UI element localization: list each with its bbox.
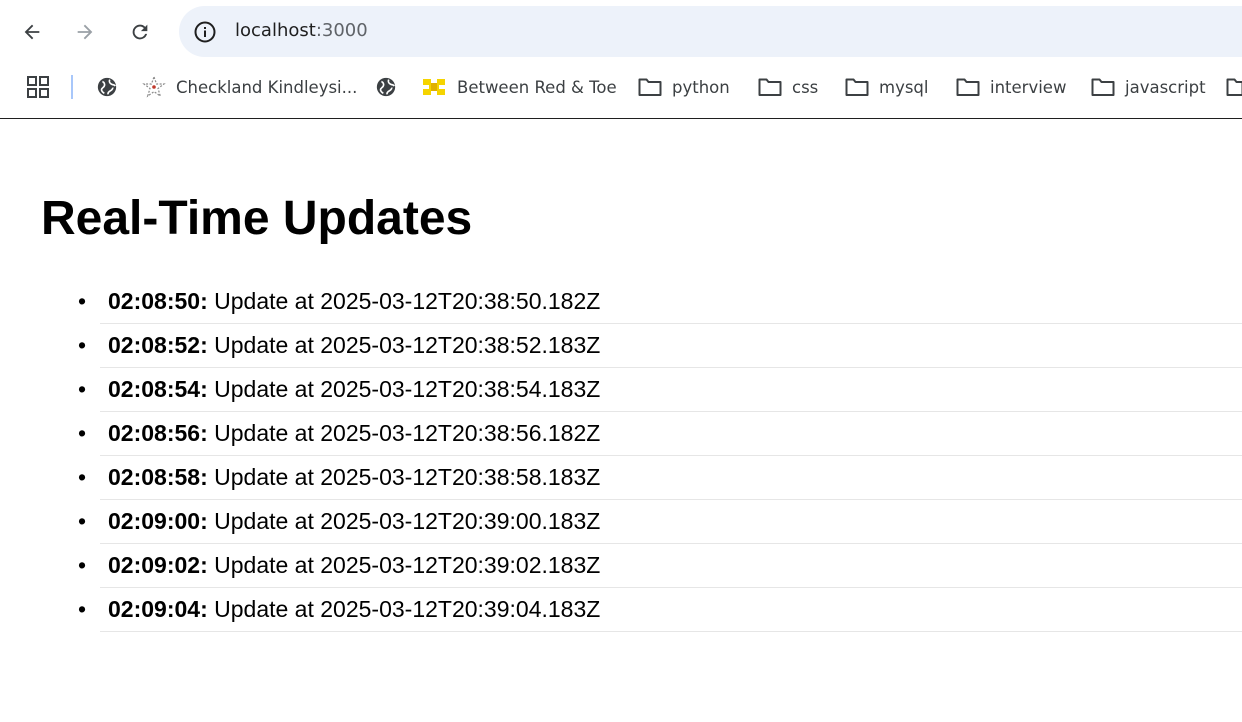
bookmark-label: javascript [1125,77,1206,97]
update-time: 02:09:00: [108,508,208,534]
bookmark-label: mysql [879,77,929,97]
url-port: :3000 [315,20,368,41]
bookmark-label: css [792,77,819,97]
bullet: • [78,332,87,358]
url-text[interactable]: localhost:3000 [235,20,368,41]
bookmark-folder-interview[interactable]: interview [956,74,1066,100]
apps-button[interactable] [26,74,50,100]
back-button[interactable] [14,14,50,50]
globe-icon [376,77,396,97]
bullet: • [78,464,87,490]
bookmark-folder-css[interactable]: css [758,74,818,100]
list-item: • 02:08:52: Update at 2025-03-12T20:38:52… [78,324,1242,368]
site-info-icon[interactable] [193,20,217,44]
folder-icon [1091,78,1115,96]
update-text: Update at 2025-03-12T20:38:56.182Z [207,420,601,446]
bookmark-label: Checkland Kindleysi... [176,77,358,97]
folder-icon [956,78,980,96]
bookmark-between-red-toe[interactable]: Between Red & Toe [421,74,617,100]
star-logo-icon [142,75,166,98]
list-item: • 02:09:02: Update at 2025-03-12T20:39:02… [78,544,1242,588]
bullet: • [78,552,87,578]
folder-icon [845,78,869,96]
update-time: 02:08:58: [108,464,208,490]
folder-icon [758,78,782,96]
folder-icon [638,78,662,96]
bookmark-globe-2[interactable] [375,74,407,100]
update-text: Update at 2025-03-12T20:39:02.183Z [207,552,601,578]
update-text: Update at 2025-03-12T20:39:04.183Z [207,596,601,622]
bookmark-globe-1[interactable] [96,74,128,100]
update-text: Update at 2025-03-12T20:38:52.183Z [207,332,601,358]
forward-button[interactable] [67,14,103,50]
bookmark-label: interview [990,77,1067,97]
update-time: 02:08:50: [108,288,208,314]
bookmark-label: Between Red & Toe [457,77,617,97]
list-item: • 02:09:04: Update at 2025-03-12T20:39:04… [78,588,1242,632]
list-item: • 02:09:00: Update at 2025-03-12T20:39:00… [78,500,1242,544]
url-host: localhost [235,20,316,41]
yellow-logo-icon [423,79,445,95]
apps-grid-icon [27,76,49,98]
page-title: Real-Time Updates [41,192,473,245]
update-time: 02:09:02: [108,552,208,578]
update-text: Update at 2025-03-12T20:39:00.183Z [207,508,601,534]
bookmark-folder-javascript[interactable]: javascript [1091,74,1206,100]
bullet: • [78,596,87,622]
bookmark-folder-overflow[interactable] [1226,74,1242,100]
bullet: • [78,376,87,402]
bullet: • [78,508,87,534]
update-text: Update at 2025-03-12T20:38:58.183Z [207,464,601,490]
forward-arrow-icon [77,24,93,40]
back-arrow-icon [24,24,40,40]
update-text: Update at 2025-03-12T20:38:50.182Z [207,288,601,314]
update-time: 02:09:04: [108,596,208,622]
reload-button[interactable] [122,14,158,50]
bookmarks-separator [71,75,73,99]
bookmark-label: python [672,77,730,97]
folder-icon [1226,78,1242,96]
bullet: • [78,420,87,446]
update-time: 02:08:52: [108,332,208,358]
update-time: 02:08:54: [108,376,208,402]
bookmark-checkland[interactable]: Checkland Kindleysi... [142,74,357,100]
address-bar[interactable]: localhost:3000 [179,6,1242,57]
list-item: • 02:08:56: Update at 2025-03-12T20:38:56… [78,412,1242,456]
bullet: • [78,288,87,314]
bookmark-folder-python[interactable]: python [638,74,730,100]
list-item: • 02:08:54: Update at 2025-03-12T20:38:54… [78,368,1242,412]
browser-toolbar: localhost:3000 [0,0,1242,64]
update-text: Update at 2025-03-12T20:38:54.183Z [207,376,601,402]
globe-icon [97,77,117,97]
list-item: • 02:08:50: Update at 2025-03-12T20:38:50… [78,280,1242,324]
list-item: • 02:08:58: Update at 2025-03-12T20:38:58… [78,456,1242,500]
bookmark-folder-mysql[interactable]: mysql [845,74,929,100]
update-time: 02:08:56: [108,420,208,446]
reload-icon [132,24,148,40]
updates-list: • 02:08:50: Update at 2025-03-12T20:38:50… [78,280,1242,632]
